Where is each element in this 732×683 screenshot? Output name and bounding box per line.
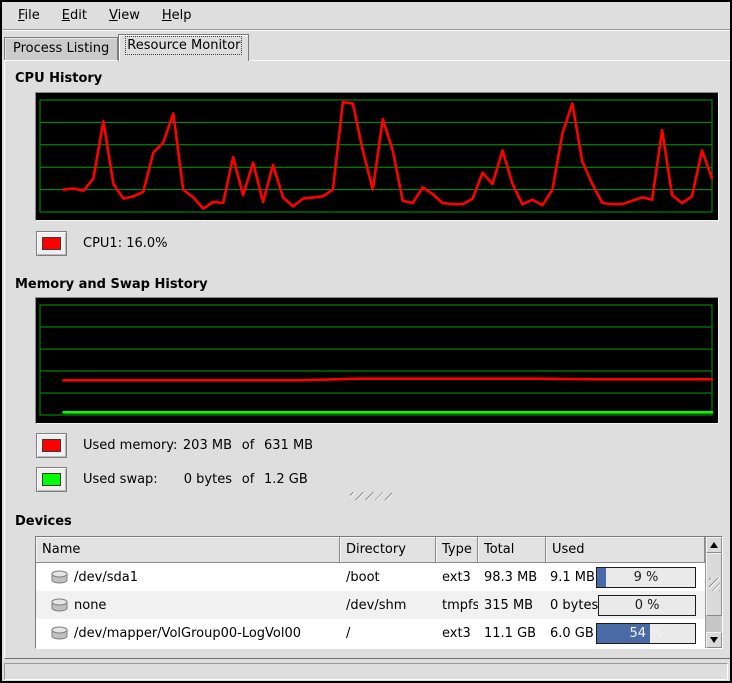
cpu1-color-swatch	[42, 237, 61, 250]
usage-percent-label: 54 %	[597, 624, 695, 643]
system-monitor-window: File Edit View Help Process Listing Reso…	[0, 0, 732, 683]
harddisk-icon	[50, 598, 69, 613]
device-directory: /	[340, 619, 436, 647]
used-memory-color-swatch-button[interactable]	[36, 433, 67, 458]
device-type: tmpfs	[436, 591, 478, 619]
used-swap-color-swatch	[42, 473, 61, 486]
column-header-used[interactable]: Used	[546, 537, 705, 563]
used-swap-label: Used swap:	[83, 472, 182, 487]
scrollbar-trough[interactable]	[706, 616, 722, 632]
scroll-up-button[interactable]	[706, 537, 722, 553]
device-used: 9.1 MB	[550, 570, 595, 585]
used-memory-value: 203 MB	[182, 438, 232, 453]
column-header-name[interactable]: Name	[36, 537, 340, 563]
table-row-volgroup[interactable]: /dev/mapper/VolGroup00-LogVol00 / ext3 1…	[36, 619, 705, 647]
harddisk-icon	[50, 626, 69, 641]
vertical-scrollbar[interactable]	[705, 537, 722, 648]
device-total: 98.3 MB	[478, 563, 546, 591]
table-row-none[interactable]: none /dev/shm tmpfs 315 MB 0 bytes 0 %	[36, 591, 705, 619]
devices-table-header: Name Directory Type Total Used	[36, 537, 705, 563]
harddisk-icon	[50, 570, 69, 585]
tab-strip: Process Listing Resource Monitor	[4, 33, 728, 60]
scrollbar-thumb[interactable]	[706, 553, 722, 616]
cpu1-color-swatch-button[interactable]	[36, 231, 67, 256]
of-label: of	[232, 472, 264, 487]
device-type: ext3	[436, 563, 478, 591]
column-header-directory[interactable]: Directory	[340, 537, 436, 563]
device-total: 11.1 GB	[478, 619, 546, 647]
menu-view[interactable]: View	[99, 4, 150, 27]
down-arrow-icon	[710, 637, 718, 643]
memory-history-title: Memory and Swap History	[15, 277, 208, 292]
menu-edit[interactable]: Edit	[52, 4, 97, 27]
tab-process-listing[interactable]: Process Listing	[4, 37, 118, 60]
used-memory-label: Used memory:	[83, 438, 182, 453]
device-name: /dev/mapper/VolGroup00-LogVol00	[74, 626, 301, 641]
menu-file[interactable]: File	[8, 4, 50, 27]
device-used: 0 bytes	[550, 598, 598, 613]
menu-bar: File Edit View Help	[2, 2, 730, 30]
tab-label: Process Listing	[13, 41, 109, 56]
device-name: none	[74, 598, 106, 613]
usage-percent-label: 0 %	[599, 596, 695, 615]
usage-progress-bar: 54 %	[596, 623, 696, 644]
device-total: 315 MB	[478, 591, 546, 619]
device-name: /dev/sda1	[74, 570, 138, 585]
resource-monitor-page: CPU History CPU1: 16.0% Memory and Swap …	[4, 60, 732, 659]
devices-table: Name Directory Type Total Used /dev/sda1…	[35, 536, 723, 649]
device-directory: /dev/shm	[340, 591, 436, 619]
device-used: 6.0 GB	[550, 626, 594, 641]
swap-total-value: 1.2 GB	[264, 472, 308, 487]
devices-title: Devices	[15, 514, 72, 529]
cpu-history-graph	[35, 92, 719, 221]
scroll-down-button[interactable]	[706, 632, 722, 648]
of-label: of	[232, 438, 264, 453]
tab-resource-monitor[interactable]: Resource Monitor	[118, 34, 249, 61]
used-swap-color-swatch-button[interactable]	[36, 467, 67, 492]
column-header-total[interactable]: Total	[478, 537, 546, 563]
tab-label: Resource Monitor	[127, 38, 240, 53]
table-row-dev-sda1[interactable]: /dev/sda1 /boot ext3 98.3 MB 9.1 MB 9 %	[36, 563, 705, 591]
device-directory: /boot	[340, 563, 436, 591]
thumb-grip-icon	[709, 578, 720, 591]
usage-progress-bar: 9 %	[596, 567, 696, 588]
cpu-history-title: CPU History	[15, 71, 102, 86]
used-swap-legend: Used swap: 0 bytes of 1.2 GB	[83, 467, 308, 492]
status-bar	[4, 663, 728, 680]
up-arrow-icon	[710, 542, 718, 548]
used-swap-value: 0 bytes	[182, 472, 232, 487]
usage-percent-label: 9 %	[597, 568, 695, 587]
memory-total-value: 631 MB	[264, 438, 313, 453]
device-type: ext3	[436, 619, 478, 647]
pane-resize-grip[interactable]	[350, 492, 392, 500]
menu-help[interactable]: Help	[152, 4, 202, 27]
used-memory-legend: Used memory: 203 MB of 631 MB	[83, 433, 313, 458]
memory-swap-graph	[35, 297, 719, 424]
used-memory-color-swatch	[42, 439, 61, 452]
usage-progress-bar: 0 %	[598, 595, 696, 616]
cpu1-legend-label: CPU1: 16.0%	[83, 231, 168, 256]
column-header-type[interactable]: Type	[436, 537, 478, 563]
